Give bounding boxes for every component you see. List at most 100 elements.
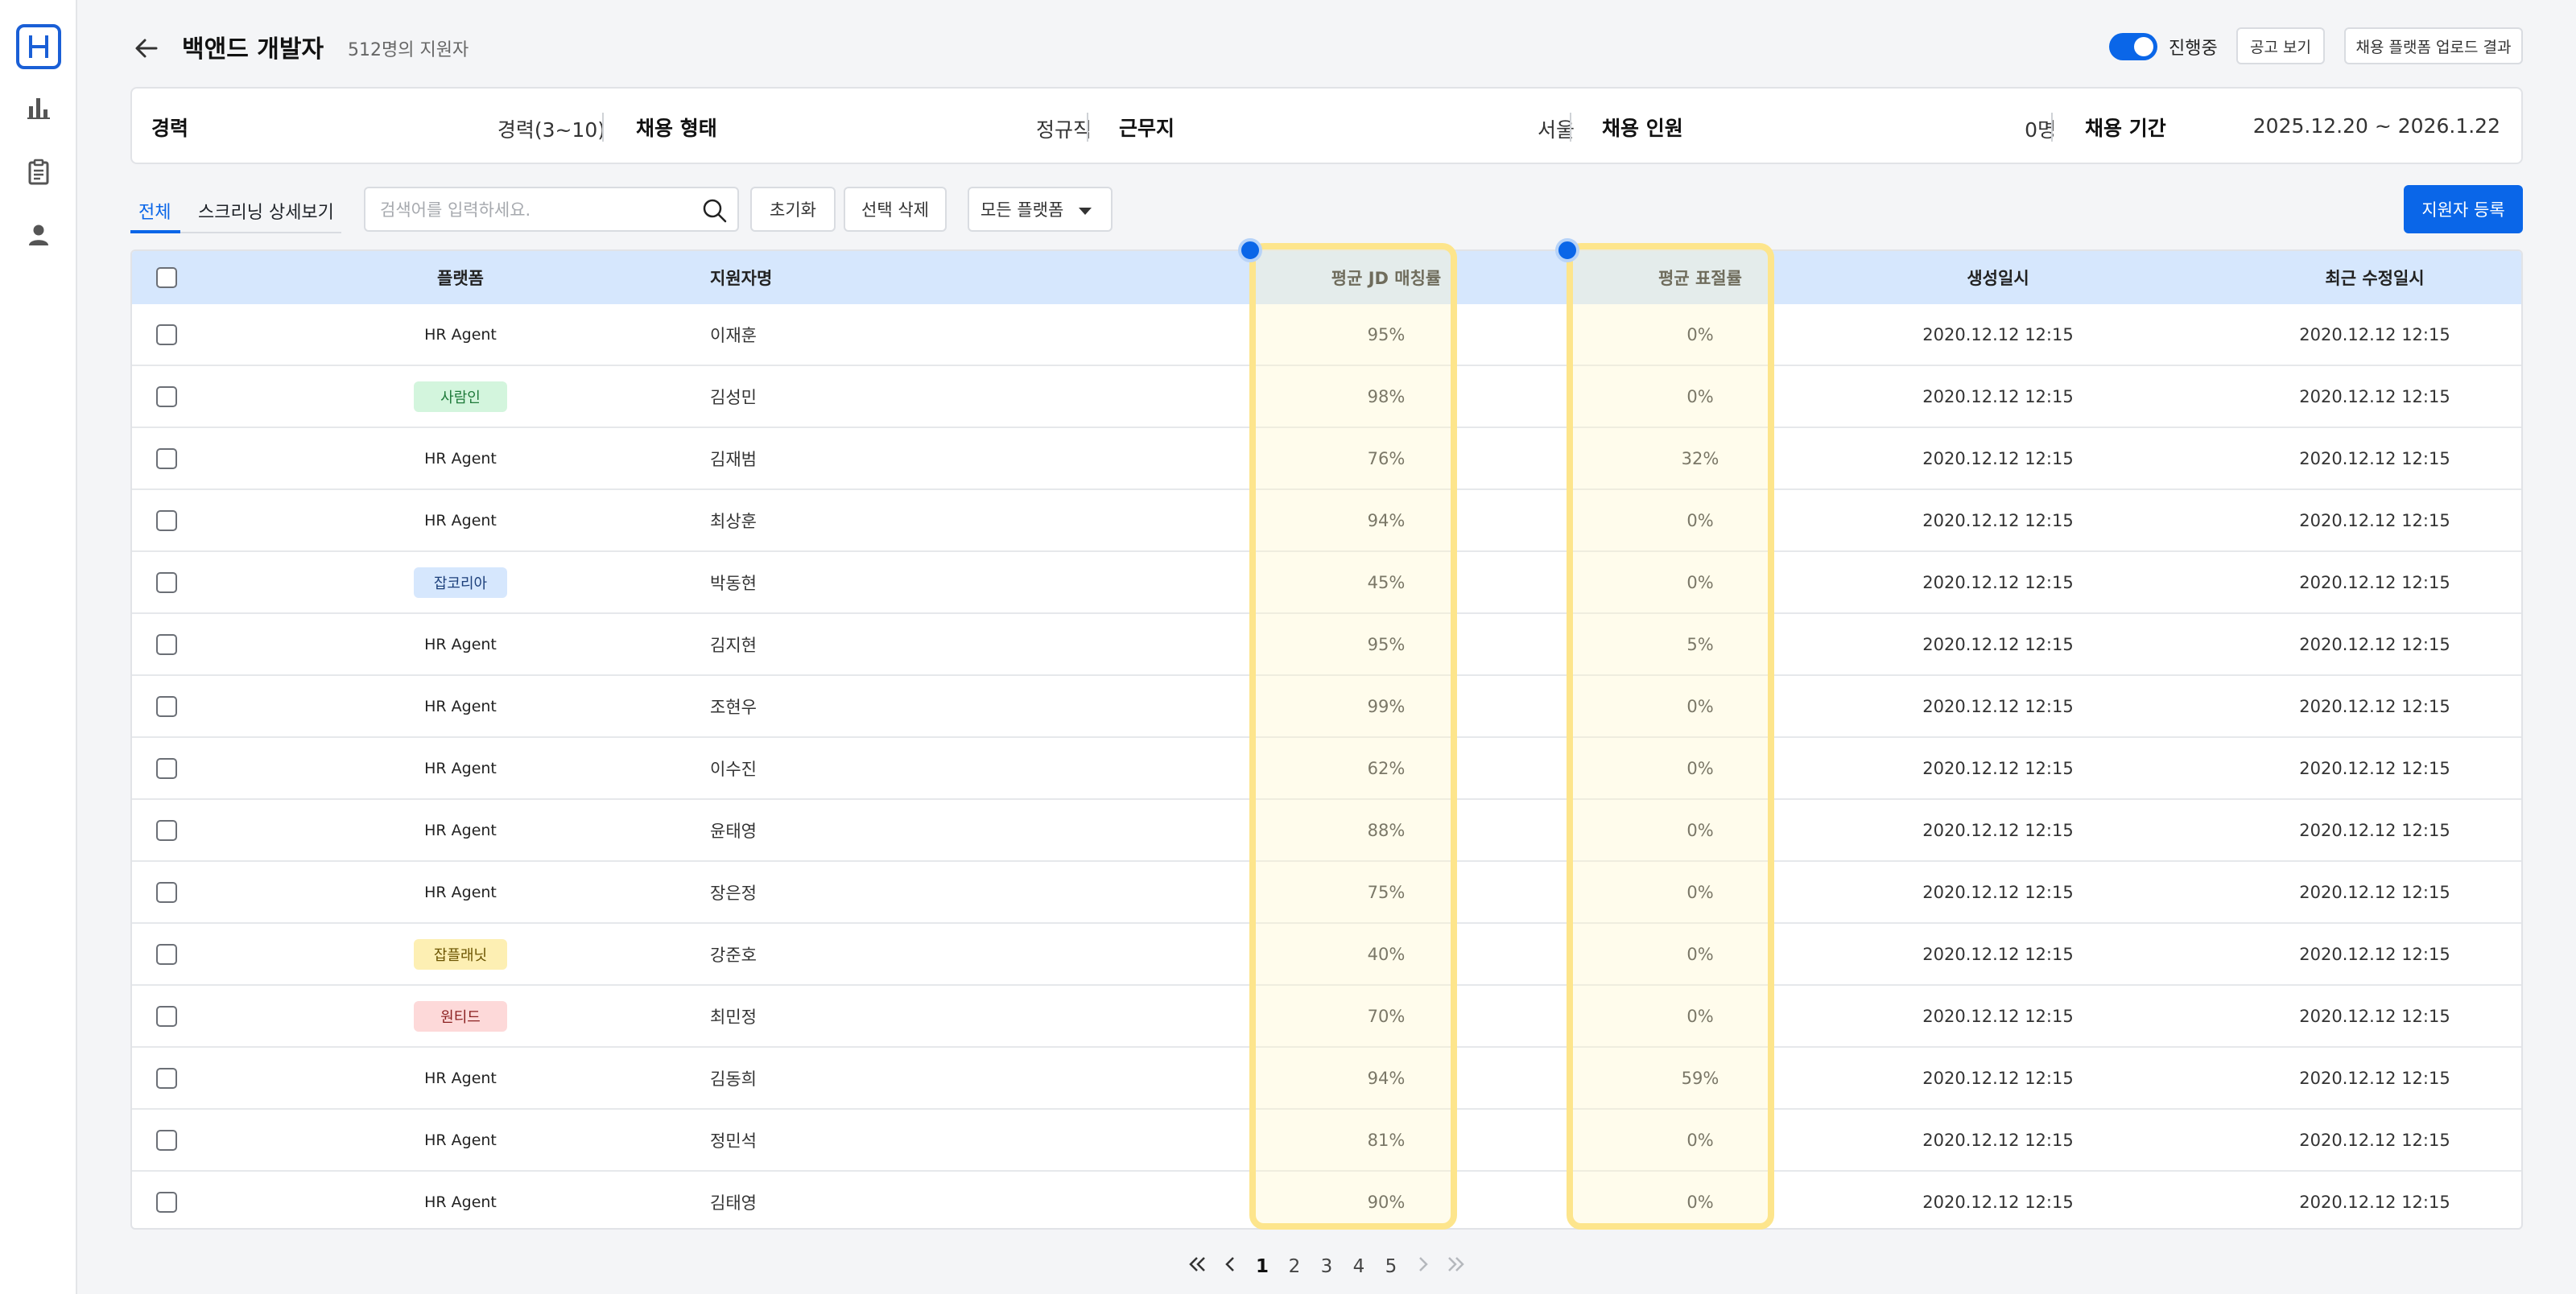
status-toggle[interactable]: [2109, 33, 2157, 60]
row-checkbox[interactable]: [156, 943, 177, 965]
select-all-checkbox[interactable]: [156, 267, 177, 288]
delete-selected-button[interactable]: 선택 삭제: [844, 187, 947, 232]
applicant-name[interactable]: 강준호: [710, 924, 871, 984]
back-arrow-icon[interactable]: [130, 32, 163, 64]
applicant-name[interactable]: 최상훈: [710, 490, 871, 550]
row-checkbox[interactable]: [156, 1129, 177, 1151]
plagiarism-value: 32%: [1681, 448, 1719, 468]
platform-filter-select[interactable]: 모든 플랫폼: [968, 187, 1113, 232]
jd-match-value: 95%: [1367, 634, 1406, 654]
table-row[interactable]: HR Agent 김재범 76% 32% 2020.12.12 12:15 20…: [132, 428, 2521, 490]
created-at: 2020.12.12 12:15: [1922, 324, 2074, 344]
table-row[interactable]: HR Agent 이수진 62% 0% 2020.12.12 12:15 202…: [132, 738, 2521, 800]
applicant-name[interactable]: 김태영: [710, 1172, 871, 1228]
jd-match-value: 70%: [1367, 1006, 1406, 1026]
highlight-handle[interactable]: [1238, 238, 1262, 262]
view-tabs: 전체 스크리닝 상세보기: [130, 193, 341, 233]
page-number[interactable]: 4: [1343, 1256, 1375, 1277]
header-created[interactable]: 생성일시: [1893, 251, 2103, 304]
tab-screening[interactable]: 스크리닝 상세보기: [198, 198, 334, 224]
table-row[interactable]: 사람인 김성민 98% 0% 2020.12.12 12:15 2020.12.…: [132, 366, 2521, 428]
prev-page-icon[interactable]: [1214, 1255, 1246, 1279]
next-page-icon[interactable]: [1407, 1255, 1439, 1279]
applicant-count: 512명의 지원자: [348, 40, 469, 60]
page-number[interactable]: 3: [1311, 1256, 1343, 1277]
table-row[interactable]: HR Agent 이재훈 95% 0% 2020.12.12 12:15 202…: [132, 304, 2521, 366]
created-at: 2020.12.12 12:15: [1922, 882, 2074, 902]
table-row[interactable]: HR Agent 윤태영 88% 0% 2020.12.12 12:15 202…: [132, 800, 2521, 862]
employment-value: 정규직: [1035, 118, 1092, 142]
applicant-name[interactable]: 김성민: [710, 366, 871, 427]
search-input[interactable]: [380, 195, 686, 225]
row-checkbox[interactable]: [156, 385, 177, 407]
row-checkbox[interactable]: [156, 757, 177, 779]
plagiarism-value: 0%: [1686, 696, 1714, 716]
table-row[interactable]: 잡코리아 박동현 45% 0% 2020.12.12 12:15 2020.12…: [132, 552, 2521, 614]
header-plagiarism[interactable]: 평균 표절률: [1596, 251, 1805, 304]
jd-match-value: 40%: [1367, 944, 1406, 964]
row-checkbox[interactable]: [156, 881, 177, 903]
applicant-name[interactable]: 김동희: [710, 1048, 871, 1108]
applicant-name[interactable]: 이수진: [710, 738, 871, 798]
platform-badge: 사람인: [414, 381, 507, 412]
row-checkbox[interactable]: [156, 633, 177, 655]
register-applicant-button[interactable]: 지원자 등록: [2404, 185, 2523, 233]
applicant-name[interactable]: 김지현: [710, 614, 871, 674]
highlight-handle[interactable]: [1555, 238, 1579, 262]
table-row[interactable]: HR Agent 김지현 95% 5% 2020.12.12 12:15 202…: [132, 614, 2521, 676]
table-row[interactable]: HR Agent 조현우 99% 0% 2020.12.12 12:15 202…: [132, 676, 2521, 738]
last-page-icon[interactable]: [1439, 1255, 1472, 1279]
table-row[interactable]: HR Agent 김태영 90% 0% 2020.12.12 12:15 202…: [132, 1172, 2521, 1228]
page-number[interactable]: 2: [1278, 1256, 1311, 1277]
applicant-name[interactable]: 정민석: [710, 1110, 871, 1170]
app-logo[interactable]: [16, 24, 61, 69]
experience-value: 경력(3~10): [497, 118, 605, 142]
clipboard-icon[interactable]: [24, 158, 53, 187]
header-name[interactable]: 지원자명: [710, 251, 871, 304]
row-checkbox[interactable]: [156, 447, 177, 469]
created-at: 2020.12.12 12:15: [1922, 820, 2074, 840]
jd-match-value: 99%: [1367, 696, 1406, 716]
table-row[interactable]: 원티드 최민정 70% 0% 2020.12.12 12:15 2020.12.…: [132, 986, 2521, 1048]
header-jd-match[interactable]: 평균 JD 매칭률: [1282, 251, 1491, 304]
row-checkbox[interactable]: [156, 695, 177, 717]
table-row[interactable]: HR Agent 정민석 81% 0% 2020.12.12 12:15 202…: [132, 1110, 2521, 1172]
row-checkbox[interactable]: [156, 1191, 177, 1213]
applicant-name[interactable]: 장은정: [710, 862, 871, 922]
header-platform[interactable]: 플랫폼: [396, 251, 525, 304]
view-posting-button[interactable]: 공고 보기: [2236, 27, 2325, 64]
table-row[interactable]: HR Agent 최상훈 94% 0% 2020.12.12 12:15 202…: [132, 490, 2521, 552]
upload-result-button[interactable]: 채용 플랫폼 업로드 결과: [2344, 27, 2523, 64]
user-icon[interactable]: [24, 220, 53, 249]
table-row[interactable]: HR Agent 장은정 75% 0% 2020.12.12 12:15 202…: [132, 862, 2521, 924]
applicant-name[interactable]: 윤태영: [710, 800, 871, 860]
applicant-name[interactable]: 김재범: [710, 428, 871, 488]
bar-chart-icon[interactable]: [24, 93, 53, 122]
job-info-bar: 경력 경력(3~10) 채용 형태 정규직 근무지 서울 채용 인원 0명 채용…: [130, 87, 2523, 164]
sidebar: [0, 0, 77, 1294]
tab-all[interactable]: 전체: [138, 198, 171, 224]
platform-badge: 잡코리아: [414, 567, 507, 598]
applicant-name[interactable]: 조현우: [710, 676, 871, 736]
applicant-name[interactable]: 이재훈: [710, 304, 871, 365]
row-checkbox[interactable]: [156, 509, 177, 531]
table-row[interactable]: 잡플래닛 강준호 40% 0% 2020.12.12 12:15 2020.12…: [132, 924, 2521, 986]
applicant-name[interactable]: 최민정: [710, 986, 871, 1046]
row-checkbox[interactable]: [156, 819, 177, 841]
table-row[interactable]: HR Agent 김동희 94% 59% 2020.12.12 12:15 20…: [132, 1048, 2521, 1110]
reset-button[interactable]: 초기화: [750, 187, 836, 232]
platform-cell: HR Agent: [396, 862, 525, 922]
jd-match-value: 94%: [1367, 510, 1406, 530]
page-number[interactable]: 1: [1246, 1256, 1278, 1277]
row-checkbox[interactable]: [156, 324, 177, 345]
search-box: [364, 187, 739, 232]
active-tab-indicator: [130, 230, 180, 233]
page-number[interactable]: 5: [1375, 1256, 1407, 1277]
row-checkbox[interactable]: [156, 1067, 177, 1089]
header-modified[interactable]: 최근 수정일시: [2270, 251, 2479, 304]
row-checkbox[interactable]: [156, 1005, 177, 1027]
applicant-name[interactable]: 박동현: [710, 552, 871, 612]
row-checkbox[interactable]: [156, 571, 177, 593]
first-page-icon[interactable]: [1182, 1255, 1214, 1279]
search-icon[interactable]: [702, 198, 728, 224]
